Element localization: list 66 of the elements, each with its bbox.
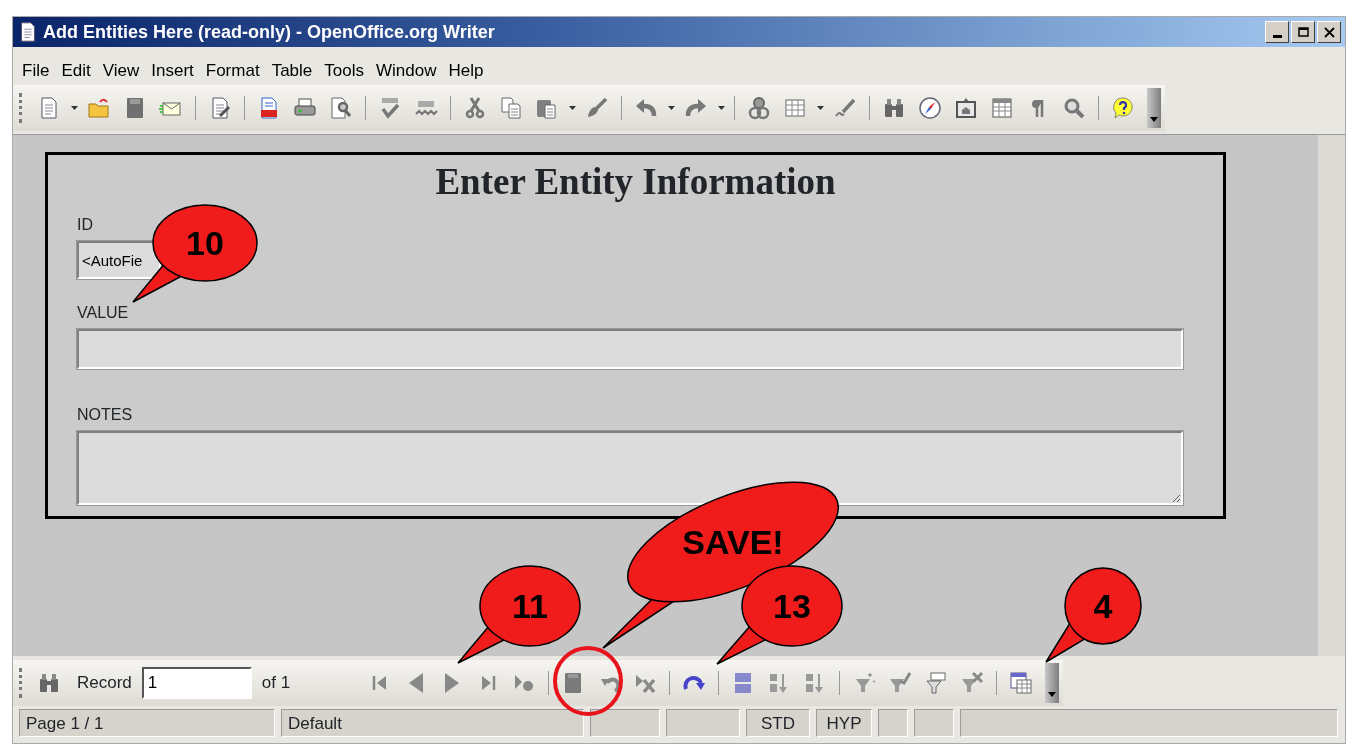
remove-filter-icon — [960, 671, 985, 695]
caret-icon — [1048, 692, 1057, 697]
field-label: VALUE — [77, 304, 129, 322]
menu-item[interactable]: Tools — [319, 57, 369, 85]
scissors-icon — [463, 96, 487, 120]
menu-item[interactable]: View — [97, 57, 145, 85]
toolbar-overflow-button[interactable] — [1045, 663, 1060, 703]
record-count: of 1 — [261, 672, 291, 695]
record-label: Record — [77, 672, 132, 695]
menu-item[interactable]: Help — [443, 57, 489, 85]
caret-icon — [717, 106, 725, 110]
minimize-button[interactable] — [1265, 21, 1289, 43]
check-filter-icon — [888, 671, 913, 695]
table-icon — [783, 96, 807, 120]
selection-mode-status: STD — [746, 709, 810, 737]
page-style-status: Default — [281, 709, 584, 737]
folder-icon — [87, 96, 111, 120]
menu-item[interactable]: Format — [200, 57, 265, 85]
form-table-icon — [1009, 671, 1034, 695]
paintbrush-icon — [585, 96, 609, 120]
caret-icon — [70, 106, 78, 110]
highlight-circle — [553, 646, 623, 716]
callout-label: 4 — [1093, 587, 1113, 625]
binoculars-icon — [37, 671, 61, 695]
compass-icon — [918, 96, 942, 120]
hyperlink-mode-status: HYP — [816, 709, 872, 737]
window-title: Add Entities Here (read-only) - OpenOffice.org Writer — [43, 20, 495, 44]
caret-icon — [816, 106, 824, 110]
maximize-button[interactable] — [1291, 21, 1315, 43]
menu-item[interactable]: Table — [266, 57, 318, 85]
toolbar-grip — [19, 93, 23, 123]
toolbar-overflow-button[interactable] — [1147, 88, 1161, 128]
maximize-icon — [1297, 26, 1309, 38]
close-icon — [1323, 26, 1335, 38]
caret-icon — [667, 106, 675, 110]
data-table-icon — [990, 96, 1014, 120]
field-label: ID — [77, 216, 93, 234]
page-status: Page 1 / 1 — [19, 709, 275, 737]
menu-item[interactable]: Insert — [146, 57, 199, 85]
callout-label: 10 — [186, 224, 224, 262]
callout-label: SAVE! — [682, 523, 784, 561]
zoom-icon — [1062, 96, 1086, 120]
close-button[interactable] — [1317, 21, 1341, 43]
record-number-field[interactable]: 1 — [141, 667, 252, 699]
form-filter-icon — [924, 671, 949, 695]
toolbar-grip — [19, 668, 23, 698]
status-pane — [878, 709, 908, 737]
form-title: Enter Entity Information — [434, 161, 837, 203]
callout-label: 13 — [773, 587, 811, 625]
framed-picture-icon — [954, 96, 978, 120]
menu-item[interactable]: File — [17, 57, 55, 85]
minimize-icon — [1272, 34, 1282, 38]
menu-item[interactable]: Window — [370, 57, 442, 85]
caret-icon — [568, 106, 576, 110]
status-pane — [914, 709, 954, 737]
caret-icon — [1150, 117, 1158, 122]
page-magnifier-icon — [329, 96, 353, 120]
binoculars-icon — [882, 96, 906, 120]
chain-icon — [747, 96, 771, 120]
input-field[interactable]: <AutoFie — [77, 241, 161, 279]
field-label: NOTES — [77, 406, 133, 424]
help-icon — [1111, 96, 1135, 120]
callout-label: 11 — [512, 587, 548, 625]
copy-icon — [499, 96, 523, 120]
menu-item[interactable]: Edit — [56, 57, 96, 85]
status-pane — [590, 709, 660, 737]
